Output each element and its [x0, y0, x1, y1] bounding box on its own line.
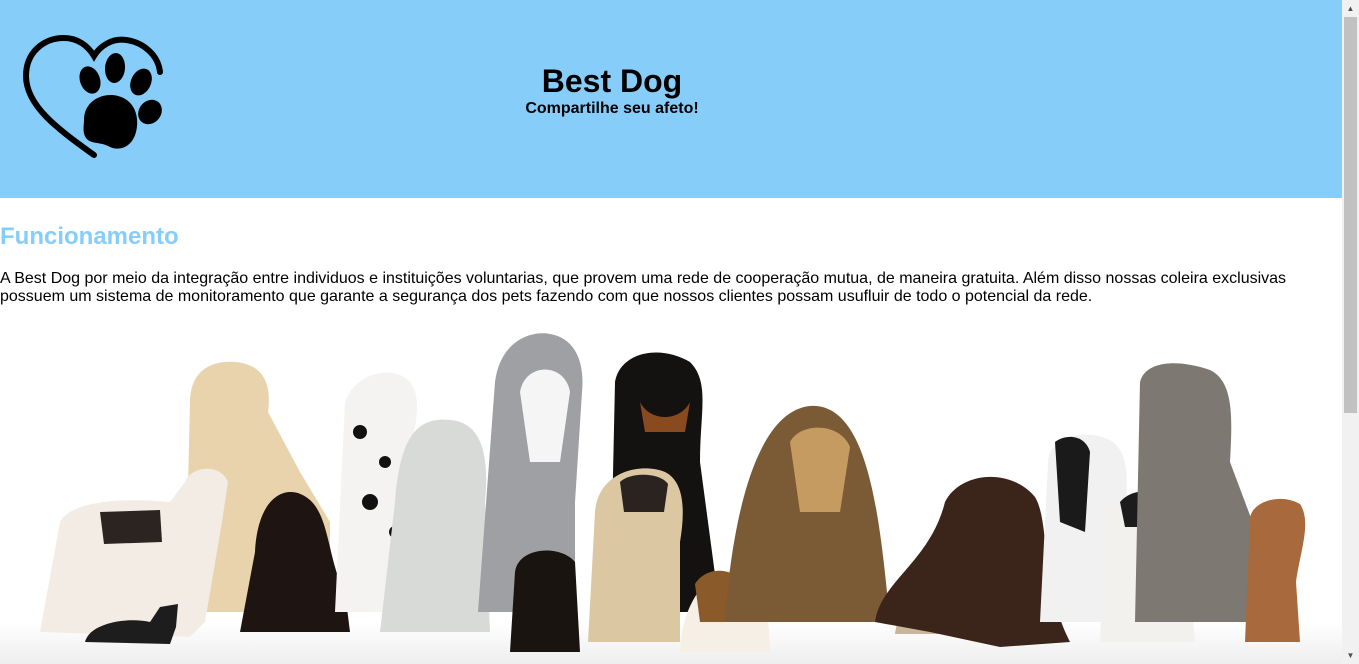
- section-title: Funcionamento: [0, 223, 179, 250]
- vertical-scrollbar[interactable]: ▲ ▼: [1342, 0, 1359, 664]
- site-title: Best Dog: [541, 63, 683, 99]
- heart-paw-icon: [22, 34, 163, 158]
- scroll-up-arrow-icon[interactable]: ▲: [1342, 0, 1359, 17]
- header-banner: Best Dog Compartilhe seu afeto!: [0, 0, 1342, 198]
- brand: Best Dog Compartilhe seu afeto!: [412, 62, 812, 118]
- description-paragraph: A Best Dog por meio da integração entre …: [0, 270, 1287, 305]
- scrollbar-thumb[interactable]: [1344, 17, 1357, 413]
- page: Best Dog Compartilhe seu afeto! Funciona…: [0, 0, 1342, 664]
- dogs-group-photo: [0, 333, 1342, 664]
- site-tagline: Compartilhe seu afeto!: [525, 100, 699, 117]
- scroll-down-arrow-icon[interactable]: ▼: [1342, 647, 1359, 664]
